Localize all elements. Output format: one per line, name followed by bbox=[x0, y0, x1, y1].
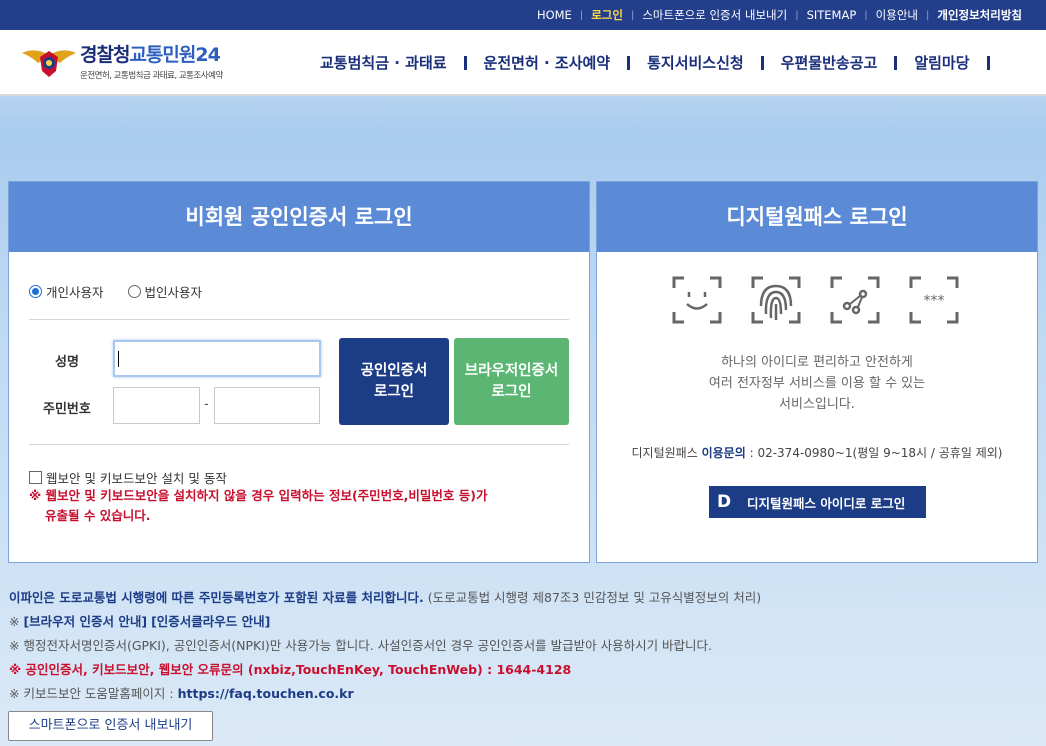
onepass-description: 하나의 아이디로 편리하고 안전하게 여러 전자정부 서비스를 이용 할 수 있… bbox=[597, 352, 1037, 415]
divider bbox=[29, 444, 569, 445]
nav-separator bbox=[894, 55, 898, 70]
nav-separator bbox=[627, 55, 631, 70]
top-link-sitemap[interactable]: SITEMAP bbox=[799, 8, 865, 22]
security-warning: ※ 웹보안 및 키보드보안을 설치하지 않을 경우 입력하는 정보(주민번호,비… bbox=[29, 486, 569, 526]
top-link-home[interactable]: HOME bbox=[529, 8, 580, 22]
browser-button-line1: 브라우저인증서 bbox=[464, 362, 559, 379]
radio-personal-user[interactable]: 개인사용자 bbox=[29, 282, 104, 301]
contact-phone: : 02-374-0980~1(평일 9~18시 / 공휴일 제외) bbox=[749, 446, 1003, 460]
nav-item-notice[interactable]: 알림마당 bbox=[914, 52, 969, 73]
site-header: 경찰청교통민원24 운전면허, 교통범칙금 과태료, 교통조사예약 교통범칙금 … bbox=[0, 30, 1046, 96]
top-link-guide[interactable]: 이용안내 bbox=[868, 7, 926, 23]
user-type-radios: 개인사용자 법인사용자 bbox=[29, 282, 226, 301]
security-checkbox[interactable]: 웹보안 및 키보드보안 설치 및 동작 bbox=[29, 468, 227, 487]
onepass-desc-line2: 여러 전자정부 서비스를 이용 할 수 있는 bbox=[708, 376, 926, 391]
radio-dot[interactable] bbox=[29, 285, 42, 298]
top-link-smartphone-export[interactable]: 스마트폰으로 인증서 내보내기 bbox=[634, 7, 795, 23]
rrn-back-input[interactable] bbox=[214, 387, 320, 424]
svg-text:***: *** bbox=[924, 293, 945, 309]
pattern-icon bbox=[830, 276, 880, 324]
cert-login-panel: 비회원 공인인증서 로그인 개인사용자 법인사용자 성명 주민번호 - 공인인증… bbox=[8, 181, 590, 563]
browser-cert-guide-link[interactable]: [브라우저 인증서 안내] bbox=[23, 614, 147, 629]
face-recognition-icon bbox=[672, 276, 722, 324]
notice-line2-prefix: ※ bbox=[9, 614, 20, 629]
cert-button-line1: 공인인증서 bbox=[360, 362, 428, 379]
nav-separator bbox=[986, 55, 990, 70]
name-label: 성명 bbox=[55, 355, 79, 370]
onepass-button-label: 디지털원패스 아이디로 로그인 bbox=[747, 495, 906, 511]
main-nav: 교통범칙금 · 과태료 운전면허 · 조사예약 통지서비스신청 우편물반송공고 … bbox=[320, 52, 1007, 73]
nav-item-returned-mail[interactable]: 우편물반송공고 bbox=[781, 52, 878, 73]
top-utility-bar: HOME | 로그인 | 스마트폰으로 인증서 내보내기 | SITEMAP |… bbox=[0, 0, 1046, 30]
notice-line5-prefix: ※ 키보드보안 도움말홈페이지 : bbox=[9, 686, 174, 701]
site-logo[interactable]: 경찰청교통민원24 운전면허, 교통범칙금 과태료, 교통조사예약 bbox=[20, 40, 223, 81]
top-link-login[interactable]: 로그인 bbox=[583, 7, 631, 23]
security-checkbox-label: 웹보안 및 키보드보안 설치 및 동작 bbox=[46, 471, 227, 486]
rrn-dash: - bbox=[204, 397, 209, 412]
logo-title: 경찰청교통민원24 bbox=[80, 44, 221, 66]
notice-line-4: ※ 공인인증서, 키보드보안, 웹보안 오류문의 (nxbiz,TouchEnK… bbox=[9, 662, 572, 677]
text-caret bbox=[118, 351, 119, 367]
top-link-privacy[interactable]: 개인정보처리방침 bbox=[929, 7, 1030, 23]
logo-subtitle: 운전면허, 교통범칙금 과태료, 교통조사예약 bbox=[80, 71, 223, 81]
nav-separator bbox=[463, 55, 467, 70]
notice-line-3: ※ 행정전자서명인증서(GPKI), 공인인증서(NPKI)만 사용가능 합니다… bbox=[9, 638, 713, 653]
smartphone-export-button[interactable]: 스마트폰으로 인증서 내보내기 bbox=[8, 711, 213, 741]
radio-corporate-label: 법인사용자 bbox=[144, 285, 203, 300]
notice-line-1: 이파인은 도로교통법 시행령에 따른 주민등록번호가 포함된 자료를 처리합니다… bbox=[9, 586, 1039, 610]
nav-item-fines[interactable]: 교통범칙금 · 과태료 bbox=[320, 52, 447, 73]
radio-dot[interactable] bbox=[127, 285, 141, 298]
browser-cert-login-button[interactable]: 브라우저인증서 로그인 bbox=[454, 338, 569, 425]
divider bbox=[29, 319, 569, 320]
onepass-desc-line3: 서비스입니다. bbox=[779, 397, 855, 412]
onepass-contact: 디지털원패스 이용문의 : 02-374-0980~1(평일 9~18시 / 공… bbox=[597, 444, 1037, 461]
rrn-front-input[interactable] bbox=[113, 387, 200, 424]
cert-cloud-guide-link[interactable]: [인증서클라우드 안내] bbox=[151, 614, 270, 629]
notice-line1-rest: (도로교통법 시행령 제87조3 민감정보 및 고유식별정보의 처리) bbox=[427, 590, 762, 605]
name-input[interactable] bbox=[113, 340, 321, 377]
warning-line1: ※ 웹보안 및 키보드보안을 설치하지 않을 경우 입력하는 정보(주민번호,비… bbox=[29, 488, 488, 503]
contact-prefix: 디지털원패스 bbox=[631, 446, 698, 460]
nav-item-notification[interactable]: 통지서비스신청 bbox=[647, 52, 744, 73]
checkbox-box[interactable] bbox=[29, 471, 42, 484]
notice-line1-bold: 이파인은 도로교통법 시행령에 따른 주민등록번호가 포함된 자료를 처리합니다… bbox=[9, 590, 424, 605]
warning-line2: 유출될 수 있습니다. bbox=[45, 508, 151, 523]
auth-method-icons: *** bbox=[672, 276, 988, 324]
password-icon: *** bbox=[909, 276, 959, 324]
notice-line-5: ※ 키보드보안 도움말홈페이지 : https://faq.touchen.co… bbox=[9, 682, 1039, 706]
cert-login-button[interactable]: 공인인증서 로그인 bbox=[339, 338, 449, 425]
notice-line-2: ※ [브라우저 인증서 안내] [인증서클라우드 안내] bbox=[9, 610, 1039, 634]
onepass-login-button[interactable]: D 디지털원패스 아이디로 로그인 bbox=[709, 486, 926, 518]
nav-item-license[interactable]: 운전면허 · 조사예약 bbox=[484, 52, 611, 73]
cert-login-title: 비회원 공인인증서 로그인 bbox=[9, 182, 589, 252]
contact-highlight: 이용문의 bbox=[701, 446, 746, 460]
touchen-faq-link[interactable]: https://faq.touchen.co.kr bbox=[178, 686, 354, 701]
fingerprint-icon bbox=[751, 276, 801, 324]
radio-corporate-user[interactable]: 법인사용자 bbox=[127, 282, 203, 301]
digital-onepass-panel: 디지털원패스 로그인 *** 하나의 아이디로 편리하고 안전하게 여러 전자정… bbox=[596, 181, 1038, 563]
rrn-label: 주민번호 bbox=[43, 402, 91, 417]
onepass-desc-line1: 하나의 아이디로 편리하고 안전하게 bbox=[721, 355, 913, 370]
police-emblem-icon bbox=[22, 49, 76, 77]
cert-button-line2: 로그인 bbox=[373, 383, 415, 400]
nav-separator bbox=[760, 55, 764, 70]
onepass-d-icon: D bbox=[716, 492, 732, 512]
browser-button-line2: 로그인 bbox=[491, 383, 532, 400]
radio-personal-label: 개인사용자 bbox=[46, 285, 104, 300]
onepass-title: 디지털원패스 로그인 bbox=[597, 182, 1037, 252]
notice-section: 이파인은 도로교통법 시행령에 따른 주민등록번호가 포함된 자료를 처리합니다… bbox=[9, 586, 1039, 706]
